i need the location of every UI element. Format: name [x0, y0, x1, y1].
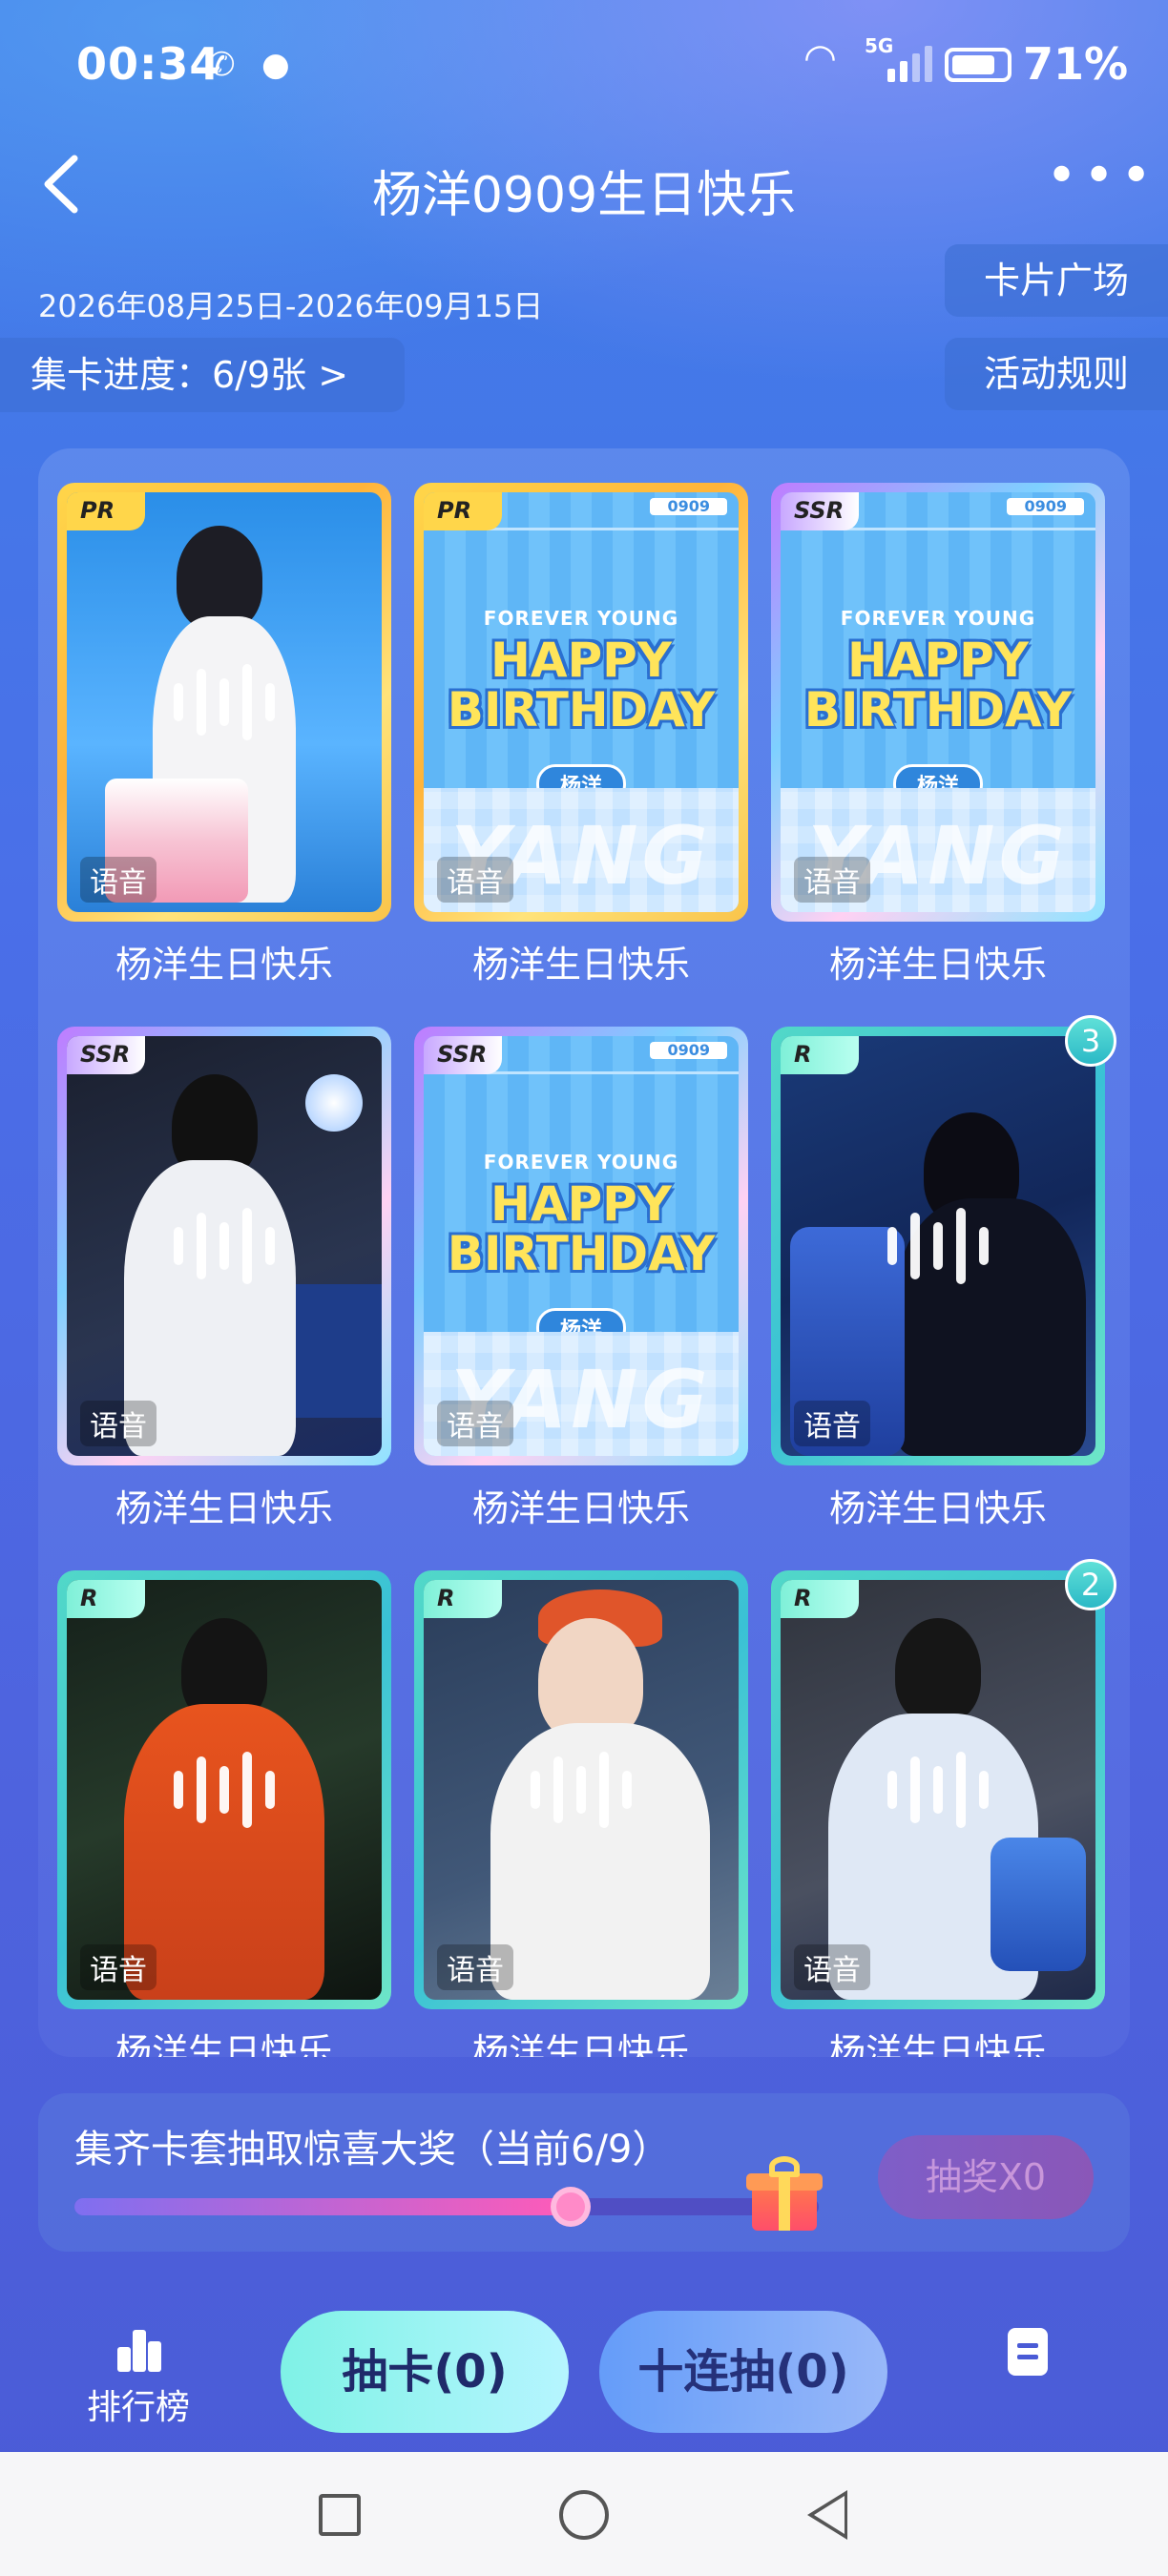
voice-wave-icon	[531, 1752, 632, 1828]
card-8[interactable]: R 语音	[414, 1570, 748, 2009]
card-rarity: R	[424, 1580, 502, 1618]
wifi-icon: ◠	[803, 36, 837, 80]
card-name: 杨洋生日快乐	[828, 1487, 1047, 1529]
system-nav-bar	[0, 2452, 1168, 2576]
card-6[interactable]: 3 R 语音	[771, 1015, 1116, 1465]
card-name: 杨洋生日快乐	[828, 944, 1047, 986]
document-icon[interactable]	[1008, 2328, 1048, 2376]
voice-wave-icon	[887, 1752, 989, 1828]
card-rarity: R	[67, 1580, 145, 1618]
card-5[interactable]: SSR 0909 FOREVER YOUNG HAPPY BIRTHDAY 杨洋 …	[414, 1027, 748, 1465]
ranking-button[interactable]: 排行榜	[76, 2324, 200, 2429]
card-count-badge: 3	[1065, 1015, 1116, 1067]
card-name: 杨洋生日快乐	[471, 944, 690, 986]
signal-icon	[887, 42, 932, 82]
card-tag: 0909	[650, 1042, 727, 1059]
card-count-badge: 2	[1065, 1559, 1116, 1610]
card-name: 杨洋生日快乐	[828, 2031, 1047, 2057]
battery-icon	[945, 48, 1012, 82]
card-rarity: SSR	[67, 1036, 145, 1074]
voice-label: 语音	[80, 1401, 156, 1446]
message-icon: ●	[261, 46, 290, 84]
prize-progress-fill	[74, 2198, 572, 2215]
ranking-label: 排行榜	[86, 2388, 190, 2427]
card-rarity: R	[781, 1580, 859, 1618]
forever-young-text: FOREVER YOUNG	[483, 1151, 679, 1174]
voice-label: 语音	[437, 1401, 513, 1446]
card-rarity: PR	[424, 492, 502, 530]
voice-wave-icon	[174, 1752, 275, 1828]
card-rarity: SSR	[424, 1036, 502, 1074]
happy-text: HAPPY	[846, 633, 1030, 688]
card-name: 杨洋生日快乐	[471, 2031, 690, 2057]
home-icon[interactable]	[559, 2490, 609, 2540]
card-4[interactable]: SSR 语音	[57, 1027, 391, 1465]
card-grid: PR 语音 PR 0909 FOREVER YOUNG HAPPY BIRTHDA…	[38, 448, 1130, 2057]
forever-young-text: FOREVER YOUNG	[840, 607, 1036, 630]
birthday-text: BIRTHDAY	[447, 1226, 716, 1281]
prize-text: 集齐卡套抽取惊喜大奖（当前6/9）	[74, 2128, 671, 2171]
voice-label: 语音	[794, 857, 870, 903]
voice-label: 语音	[437, 1944, 513, 1990]
missed-call-icon: ✆	[208, 46, 236, 84]
card-name: 杨洋生日快乐	[115, 944, 333, 986]
draw-card-button[interactable]: 抽卡(0)	[281, 2311, 569, 2433]
voice-wave-icon	[887, 1208, 989, 1284]
card-rarity: PR	[67, 492, 145, 530]
gift-icon	[744, 2156, 824, 2233]
status-time: 00:34	[76, 38, 221, 90]
prize-progress-knob	[551, 2187, 592, 2227]
card-rarity: SSR	[781, 492, 859, 530]
prize-progress-bar	[74, 2187, 819, 2227]
battery-percent: 71%	[1023, 38, 1129, 90]
nav-back-icon[interactable]	[807, 2490, 847, 2540]
rules-button[interactable]: 活动规则	[945, 338, 1168, 410]
bottom-action-bar: 排行榜 抽卡(0) 十连抽(0)	[0, 2290, 1168, 2452]
card-rarity: R	[781, 1036, 859, 1074]
ten-draw-button[interactable]: 十连抽(0)	[599, 2311, 887, 2433]
card-tag: 0909	[1007, 498, 1084, 515]
card-tag: 0909	[650, 498, 727, 515]
more-icon[interactable]: •••	[1046, 150, 1158, 203]
voice-wave-icon	[174, 664, 275, 740]
draw-prize-button[interactable]: 抽奖X0	[878, 2135, 1094, 2219]
card-name: 杨洋生日快乐	[115, 2031, 333, 2057]
header: 杨洋0909生日快乐 •••	[0, 143, 1168, 229]
page-title: 杨洋0909生日快乐	[371, 167, 797, 224]
card-plaza-button[interactable]: 卡片广场	[945, 244, 1168, 317]
voice-label: 语音	[437, 857, 513, 903]
voice-wave-icon	[174, 1208, 275, 1284]
voice-label: 语音	[80, 1944, 156, 1990]
ranking-icon	[112, 2324, 165, 2372]
birthday-text: BIRTHDAY	[803, 682, 1073, 737]
card-name: 杨洋生日快乐	[115, 1487, 333, 1529]
status-bar: 00:34 ✆ ● ◠ 5G 71%	[0, 0, 1168, 134]
card-2[interactable]: PR 0909 FOREVER YOUNG HAPPY BIRTHDAY 杨洋 Y…	[414, 483, 748, 922]
happy-text: HAPPY	[490, 633, 673, 688]
voice-label: 语音	[80, 857, 156, 903]
card-7[interactable]: R 语音	[57, 1570, 391, 2009]
forever-young-text: FOREVER YOUNG	[483, 607, 679, 630]
collection-progress-button[interactable]: 集卡进度：6/9张 >	[0, 338, 405, 412]
prize-panel: 集齐卡套抽取惊喜大奖（当前6/9） 抽奖X0	[38, 2093, 1130, 2252]
card-9[interactable]: 2 R 语音	[771, 1559, 1116, 2009]
recent-apps-icon[interactable]	[319, 2494, 361, 2536]
happy-text: HAPPY	[490, 1176, 673, 1232]
card-1[interactable]: PR 语音	[57, 483, 391, 922]
card-3[interactable]: SSR 0909 FOREVER YOUNG HAPPY BIRTHDAY 杨洋 …	[771, 483, 1105, 922]
voice-label: 语音	[794, 1401, 870, 1446]
card-name: 杨洋生日快乐	[471, 1487, 690, 1529]
birthday-text: BIRTHDAY	[447, 682, 716, 737]
event-date-range: 2026年08月25日-2026年09月15日	[38, 288, 544, 324]
voice-label: 语音	[794, 1944, 870, 1990]
